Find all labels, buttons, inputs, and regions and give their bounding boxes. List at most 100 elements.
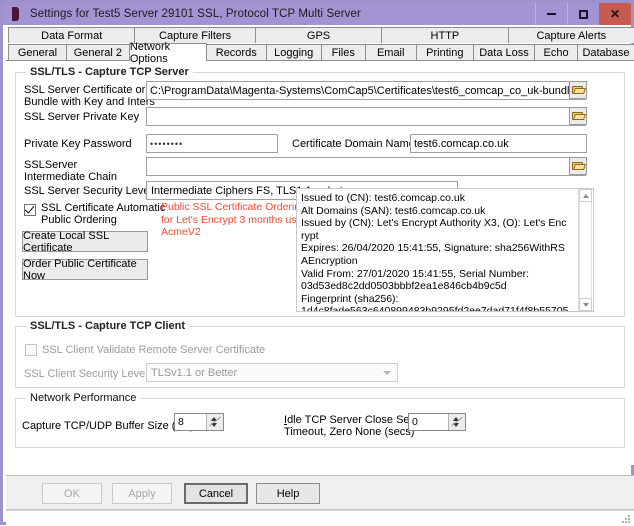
tab-email[interactable]: Email <box>365 44 417 61</box>
scroll-down-icon <box>583 303 589 307</box>
tab-logging[interactable]: Logging <box>266 44 322 61</box>
private-key-password-input[interactable]: •••••••• <box>146 134 278 153</box>
certificate-info-line: 03d53ed8c2dd0503bbbf2ea1e846cb4b9c5d <box>301 280 569 293</box>
order-public-certificate-now-button[interactable]: Order Public Certificate Now <box>22 259 148 280</box>
tab-general-2[interactable]: General 2 <box>66 44 130 61</box>
tab-label: Capture Alerts <box>536 30 606 42</box>
spinner-up-down-icon[interactable] <box>206 414 223 430</box>
tab-row-primary: Data FormatCapture FiltersGPSHTTPCapture… <box>6 27 634 44</box>
ok-button[interactable]: OK <box>42 483 102 504</box>
label-ssl-server-intermediate-chain-line2: Intermediate Chain <box>24 171 117 183</box>
ssl-server-certificate-input[interactable]: C:\ProgramData\Magenta-Systems\ComCap5\C… <box>146 81 586 100</box>
folder-open-icon <box>572 161 585 171</box>
minimize-button[interactable] <box>535 3 567 25</box>
label-ssl-server-security-level: SSL Server Security Level <box>24 185 152 197</box>
label-ssl-server-intermediate-chain-line1: SSLServer <box>24 159 77 171</box>
label-ssl-server-private-key: SSL Server Private Key <box>24 111 139 123</box>
tab-files[interactable]: Files <box>321 44 366 61</box>
check-icon <box>25 203 35 213</box>
certificate-info-line: Issued by (CN): Let's Encrypt Authority … <box>301 217 569 242</box>
tab-gps[interactable]: GPS <box>255 27 382 43</box>
apply-button[interactable]: Apply <box>112 483 172 504</box>
certificate-info-text: Issued to (CN): test6.comcap.co.ukAlt Do… <box>301 192 569 312</box>
certificate-info-line: Alt Domains (SAN): test6.comcap.co.uk <box>301 205 569 218</box>
certificate-info-panel: Issued to (CN): test6.comcap.co.ukAlt Do… <box>296 188 594 312</box>
certificate-info-line: Issued to (CN): test6.comcap.co.uk <box>301 192 569 205</box>
tab-network-options[interactable]: Network Options <box>129 43 207 61</box>
label-ssl-server-certificate-line2: Bundle with Key and Inters <box>24 96 155 108</box>
ssl-client-security-level-select[interactable]: TLSv1.1 or Better <box>146 363 398 382</box>
ssl-certificate-automatic-public-ordering-checkbox[interactable] <box>24 204 36 216</box>
tab-general[interactable]: General <box>8 44 67 61</box>
label-auto-public-ordering-line1: SSL Certificate Automatic <box>41 202 165 214</box>
tab-label: Email <box>377 47 405 59</box>
tab-data-loss[interactable]: Data Loss <box>473 44 535 61</box>
tab-database[interactable]: Database <box>577 44 634 61</box>
chevron-down-icon <box>383 371 391 375</box>
certificate-info-line: Valid From: 27/01/2020 15:41:55, Serial … <box>301 268 569 281</box>
label-ssl-server-certificate-line1: SSL Server Certificate or <box>24 84 145 96</box>
ssl-server-intermediate-chain-browse-button[interactable] <box>569 157 587 175</box>
minimize-icon <box>547 13 556 15</box>
label-auto-public-ordering-line2: Public Ordering <box>41 214 117 226</box>
tab-label: Data Format <box>41 30 102 42</box>
ssl-server-private-key-input[interactable] <box>146 107 586 126</box>
folder-open-icon <box>572 85 585 95</box>
tab-label: Files <box>332 47 355 59</box>
scroll-up-icon <box>583 194 589 198</box>
group-ssl-tcp-client-title: SSL/TLS - Capture TCP Client <box>26 320 189 332</box>
cancel-button[interactable]: Cancel <box>184 483 248 504</box>
tab-strip: Data FormatCapture FiltersGPSHTTPCapture… <box>6 27 634 61</box>
certificate-info-line: Expires: 26/04/2020 15:41:55, Signature:… <box>301 242 569 267</box>
tab-label: Printing <box>426 47 463 59</box>
tab-printing[interactable]: Printing <box>416 44 474 61</box>
tab-label: Logging <box>274 47 313 59</box>
ssl-server-intermediate-chain-input[interactable] <box>146 157 586 176</box>
tab-capture-alerts[interactable]: Capture Alerts <box>508 27 634 43</box>
tab-label: Database <box>582 47 629 59</box>
idle-tcp-timeout-value: 0 <box>409 416 448 428</box>
tab-echo[interactable]: Echo <box>534 44 578 61</box>
scrollbar-track[interactable] <box>579 202 592 298</box>
tab-panel-network-options: SSL/TLS - Capture TCP Server SSL Server … <box>6 60 634 465</box>
ssl-client-security-level-value: TLSv1.1 or Better <box>151 367 237 379</box>
tab-label: General 2 <box>74 47 122 59</box>
tab-records[interactable]: Records <box>206 44 267 61</box>
help-button[interactable]: Help <box>256 483 320 504</box>
window-title: Settings for Test5 Server 29101 SSL, Pro… <box>30 8 361 20</box>
resize-grip-icon[interactable] <box>621 515 631 525</box>
certificate-domain-name-input[interactable]: test6.comcap.co.uk <box>410 134 587 153</box>
label-certificate-domain-name: Certificate Domain Name <box>292 138 415 150</box>
label-ssl-client-security-level: SSL Client Security Level <box>24 368 148 380</box>
scroll-down-button[interactable] <box>579 298 592 311</box>
create-local-ssl-certificate-button[interactable]: Create Local SSL Certificate <box>22 231 148 252</box>
maximize-icon <box>579 10 588 19</box>
ssl-server-certificate-browse-button[interactable] <box>569 81 587 99</box>
label-capture-buffer-size: Capture TCP/UDP Buffer Size (KB) <box>22 420 194 432</box>
title-bar: Settings for Test5 Server 29101 SSL, Pro… <box>3 3 631 25</box>
tab-label: HTTP <box>431 30 460 42</box>
scroll-up-button[interactable] <box>579 189 592 202</box>
tab-data-format[interactable]: Data Format <box>8 27 135 43</box>
tab-label: General <box>18 47 57 59</box>
label-ssl-client-validate: SSL Client Validate Remote Server Certif… <box>42 344 265 356</box>
close-icon: ✕ <box>610 7 620 21</box>
tab-row-secondary: General General 2 Network OptionsRecords Lo… <box>6 44 634 61</box>
folder-open-icon <box>572 111 585 121</box>
idle-tcp-timeout-stepper[interactable]: 0 <box>408 413 466 431</box>
maximize-button[interactable] <box>567 3 599 25</box>
capture-buffer-size-stepper[interactable]: 8 <box>174 413 224 431</box>
certificate-info-scrollbar[interactable] <box>578 189 593 311</box>
tab-label: Network Options <box>130 41 206 65</box>
settings-dialog-window: Settings for Test5 Server 29101 SSL, Pro… <box>0 0 634 525</box>
public-ssl-ordering-note: Public SSL Certificate Ordering for Let'… <box>161 201 311 239</box>
tab-http[interactable]: HTTP <box>381 27 508 43</box>
ssl-client-validate-remote-server-certificate-checkbox[interactable] <box>25 344 37 356</box>
spinner-up-down-icon[interactable] <box>448 414 465 430</box>
close-button[interactable]: ✕ <box>599 3 631 25</box>
group-ssl-tcp-server-title: SSL/TLS - Capture TCP Server <box>26 66 193 78</box>
certificate-info-line: 1d4c8fade563c640899483b9295fd2ee7dad71f4… <box>301 305 569 312</box>
label-private-key-password: Private Key Password <box>24 138 132 150</box>
ssl-server-private-key-browse-button[interactable] <box>569 107 587 125</box>
tab-label: Echo <box>543 47 568 59</box>
